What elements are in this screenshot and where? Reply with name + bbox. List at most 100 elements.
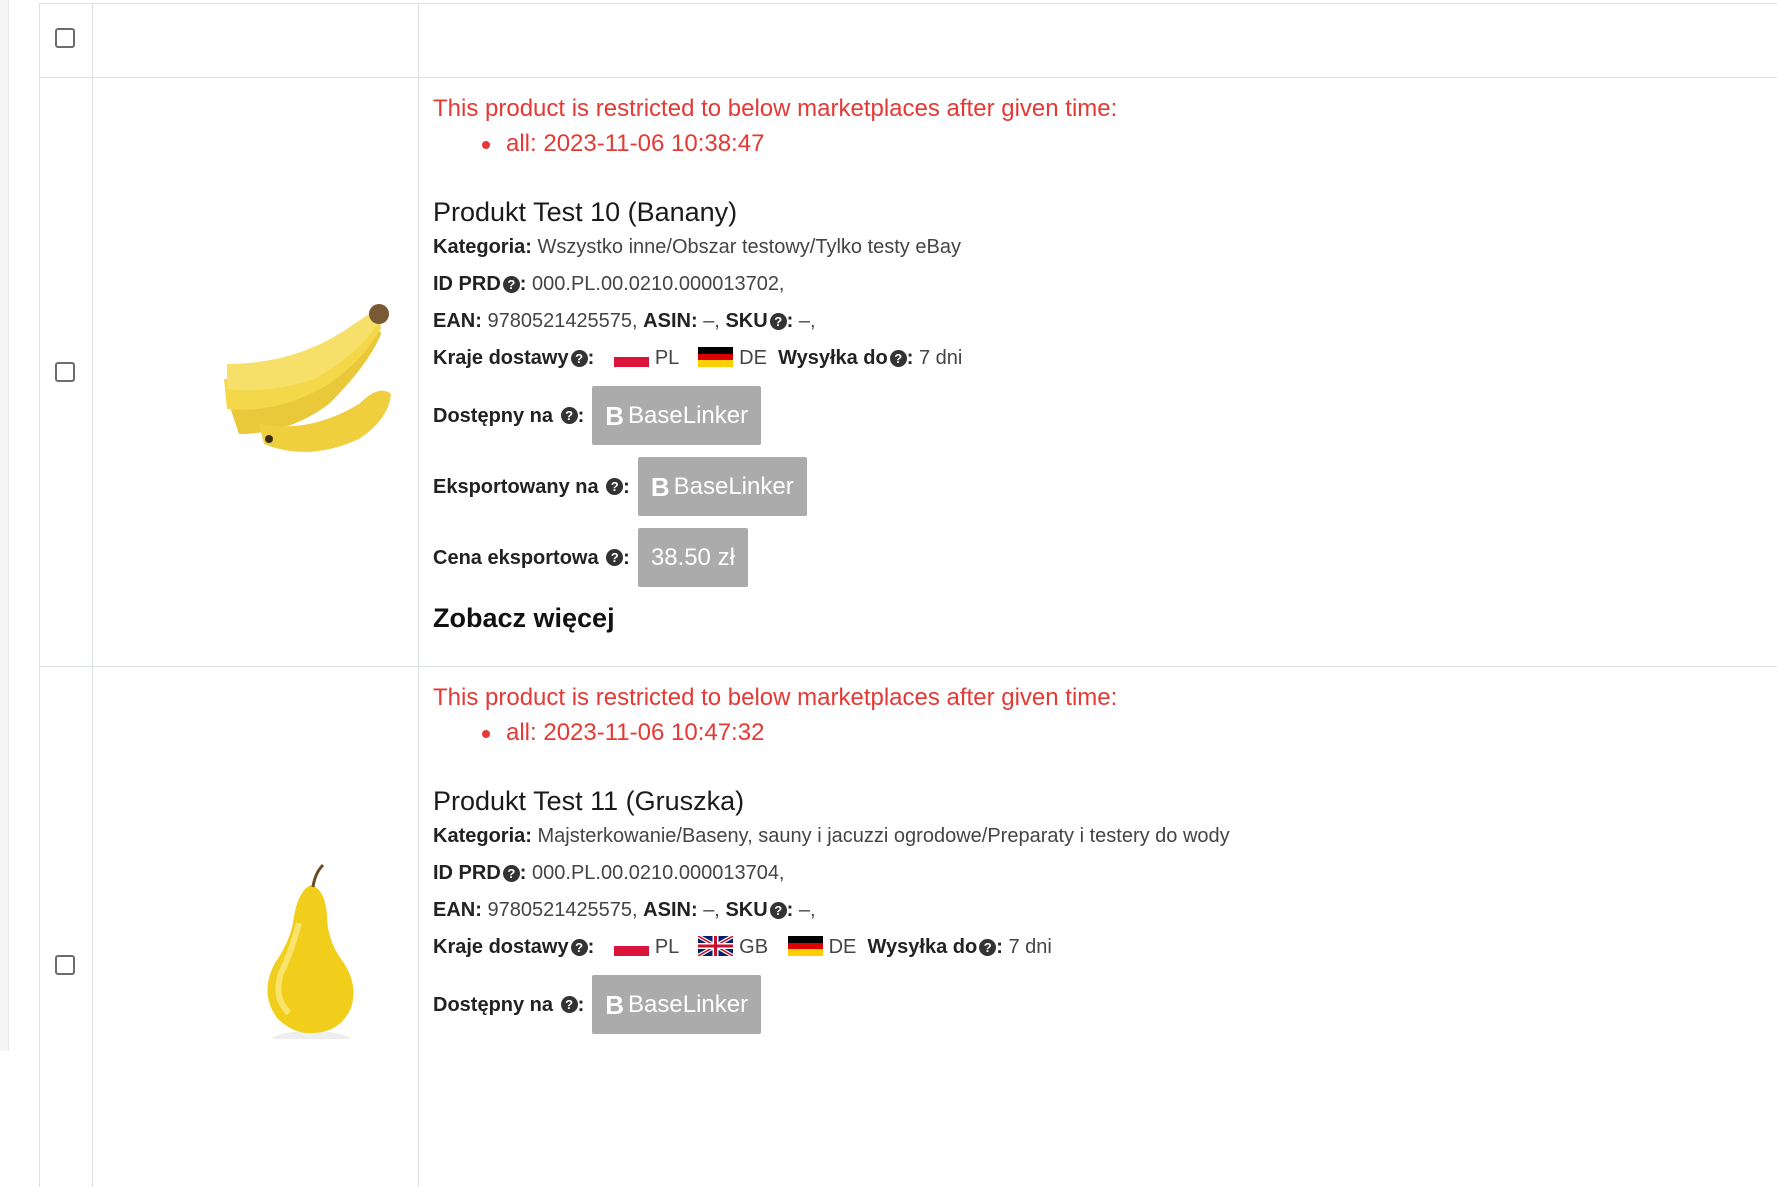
country-code: DE [739,347,767,369]
pear-image[interactable] [219,863,395,1039]
asin-value: –, [703,899,720,921]
help-icon[interactable]: ? [979,939,997,956]
id-value: 000.PL.00.0210.000013704, [532,862,785,884]
country-code: PL [654,347,679,369]
id-value: 000.PL.00.0210.000013702, [532,273,785,295]
row-select-cell [39,78,93,666]
help-icon[interactable]: ? [560,996,578,1013]
category-value: Majsterkowanie/Baseny, sauny i jacuzzi o… [537,825,1230,847]
category-line: Kategoria: Wszystko inne/Obszar testowy/… [433,229,1777,266]
asin-value: –, [703,310,720,332]
ean-value: 9780521425575, [487,310,638,332]
help-icon[interactable]: ? [570,350,588,367]
baselinker-badge[interactable]: B BaseLinker [592,975,762,1034]
country-code: DE [828,936,857,958]
restriction-item: all: 2023-11-06 10:47:32 [482,715,1777,750]
shipping-line: Kraje dostawy?: PL GB DE Wysyłka do?: 7 … [433,936,1052,958]
price-badge: 38.50 zł [637,528,748,587]
product-image-cell [92,667,419,1187]
country-code: GB [739,936,769,958]
help-icon[interactable]: ? [560,407,578,424]
sku-label: SKU [725,899,768,921]
image-header-cell [92,4,419,77]
codes-line: EAN: 9780521425575, ASIN: –, SKU?: –, [433,899,816,921]
help-icon[interactable]: ? [502,276,520,293]
restriction-text: This product is restricted to below mark… [433,684,1118,711]
badge-label: BaseLinker [628,401,749,429]
help-icon[interactable]: ? [769,902,787,919]
category-label: Kategoria: [433,825,532,847]
help-icon[interactable]: ? [606,478,624,495]
badge-label: BaseLinker [673,472,794,500]
baselinker-badge[interactable]: B BaseLinker [592,386,762,445]
badge-label: BaseLinker [628,990,749,1018]
row-checkbox[interactable] [55,362,75,382]
sku-value: –, [798,310,816,332]
baselinker-b-icon: B [605,989,625,1020]
select-all-cell [39,4,93,77]
available-label: Dostępny na [433,993,554,1016]
baselinker-b-icon: B [650,471,670,502]
baselinker-badge[interactable]: B BaseLinker [637,457,807,516]
id-line: ID PRD?: 000.PL.00.0210.000013702, [433,273,785,295]
baselinker-b-icon: B [605,400,625,431]
restriction-notice: This product is restricted to below mark… [433,680,1777,750]
ean-label: EAN: [433,899,482,921]
countries-label: Kraje dostawy [433,347,569,369]
shipping-label: Wysyłka do [778,347,888,369]
country-code: PL [654,936,679,958]
exported-line: Eksportowany na ?: B BaseLinker [433,457,1777,516]
shipping-label: Wysyłka do [867,936,978,958]
restriction-item: all: 2023-11-06 10:38:47 [482,126,1777,161]
restriction-text: This product is restricted to below mark… [433,95,1118,122]
category-label: Kategoria: [433,236,532,258]
see-more-link[interactable]: Zobacz więcej [433,599,615,637]
asin-label: ASIN: [643,899,698,921]
price-line: Cena eksportowa ?: 38.50 zł [433,528,1777,587]
product-details: This product is restricted to below mark… [419,667,1777,1034]
flag-pl-icon [613,936,649,956]
available-line: Dostępny na ?: B BaseLinker [433,386,1777,445]
row-checkbox[interactable] [55,955,75,975]
asin-label: ASIN: [643,310,698,332]
table-header-row [39,4,1777,78]
available-line: Dostępny na ?: B BaseLinker [433,975,1777,1034]
left-panel-edge [0,0,9,1051]
product-image-cell [92,78,419,666]
restriction-list: all: 2023-11-06 10:47:32 [433,715,1777,750]
help-icon[interactable]: ? [889,350,907,367]
select-all-checkbox[interactable] [55,28,75,48]
flag-gb-icon [698,936,734,956]
flag-de-icon [787,936,823,956]
help-icon[interactable]: ? [570,939,588,956]
countries-label: Kraje dostawy [433,936,569,958]
id-label: ID PRD [433,273,501,295]
flag-de-icon [698,347,734,367]
ean-value: 9780521425575, [487,899,638,921]
id-line: ID PRD?: 000.PL.00.0210.000013704, [433,862,785,884]
product-details: This product is restricted to below mark… [419,78,1777,637]
shipping-line: Kraje dostawy?: PL DE Wysyłka do?: 7 dni [433,347,963,369]
table-row: This product is restricted to below mark… [39,78,1777,667]
table-row: This product is restricted to below mark… [39,667,1777,1187]
banana-image[interactable] [219,284,395,460]
codes-line: EAN: 9780521425575, ASIN: –, SKU?: –, [433,310,816,332]
product-title: Produkt Test 11 (Gruszka) [433,786,745,816]
restriction-list: all: 2023-11-06 10:38:47 [433,126,1777,161]
help-icon[interactable]: ? [606,549,624,566]
flag-pl-icon [613,347,649,367]
row-select-cell [39,667,93,1187]
id-label: ID PRD [433,862,501,884]
products-table: This product is restricted to below mark… [39,3,1777,1187]
price-label: Cena eksportowa [433,546,599,569]
sku-label: SKU [725,310,768,332]
product-title: Produkt Test 10 (Banany) [433,197,738,227]
help-icon[interactable]: ? [769,313,787,330]
exported-label: Eksportowany na [433,475,599,498]
shipping-value: 7 dni [1008,936,1052,958]
available-label: Dostępny na [433,404,554,427]
help-icon[interactable]: ? [502,865,520,882]
category-line: Kategoria: Majsterkowanie/Baseny, sauny … [433,818,1777,855]
ean-label: EAN: [433,310,482,332]
restriction-notice: This product is restricted to below mark… [433,91,1777,161]
